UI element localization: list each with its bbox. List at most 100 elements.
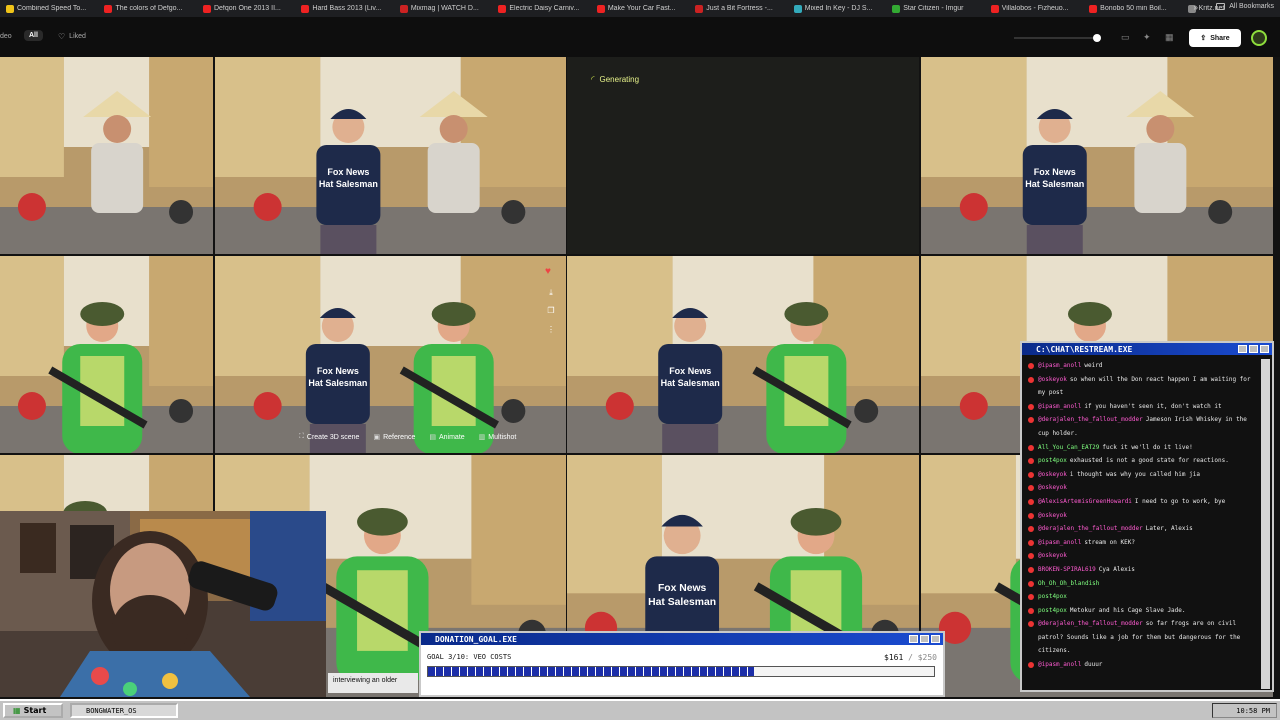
- donation-current: $161: [884, 653, 904, 662]
- taskbar-window-button[interactable]: BONGWATER_OS: [70, 703, 178, 718]
- chat-message: @oskeyok i thought was why you called him…: [1026, 468, 1258, 482]
- maximize-icon[interactable]: [920, 635, 929, 643]
- like-heart-icon[interactable]: ♥: [545, 266, 557, 278]
- heart-outline-icon: ♡: [58, 32, 66, 41]
- windows-logo-icon: ▦: [13, 706, 21, 715]
- close-icon[interactable]: [931, 635, 940, 643]
- bookmark-item[interactable]: Villalobos - Fizheuo...: [990, 4, 1083, 13]
- chat-text: Cya Alexis: [1098, 565, 1135, 573]
- all-bookmarks-button[interactable]: All Bookmarks: [1216, 3, 1274, 10]
- list-view-icon[interactable]: ▭: [1121, 32, 1130, 43]
- donation-title-bar: DONATION_GOAL.EXE: [421, 633, 943, 645]
- bookmark-label: Defqon One 2013 II...: [213, 5, 281, 12]
- chat-username: All_You_Can_EAT29: [1038, 443, 1100, 451]
- bookmark-item[interactable]: Hard Bass 2013 (Liv...: [301, 4, 393, 13]
- generated-image-tile[interactable]: [0, 57, 213, 254]
- platform-icon: [1028, 580, 1034, 587]
- donation-title: DONATION_GOAL.EXE: [435, 634, 517, 644]
- bookmark-item[interactable]: Bonobo 50 min Boil...: [1089, 4, 1181, 13]
- generated-image-tile[interactable]: Fox News Hat Salesman: [215, 57, 566, 254]
- donation-goal-text: GOAL 3/10: VEO COSTS: [427, 653, 512, 661]
- reference-label: Reference: [383, 433, 416, 441]
- settings-icon[interactable]: ✦: [1143, 32, 1151, 43]
- chat-text: fuck it we'll do it live!: [1102, 443, 1193, 451]
- folder-icon: [1216, 3, 1226, 10]
- create-3d-scene-button[interactable]: ⛶ Create 3D scene: [299, 433, 359, 441]
- svg-text:Hat Salesman: Hat Salesman: [308, 378, 367, 388]
- bookmark-label: Villalobos - Fizheuo...: [1001, 5, 1069, 12]
- platform-icon: [1028, 526, 1034, 533]
- minimize-icon[interactable]: [909, 635, 918, 643]
- svg-text:Fox News: Fox News: [1034, 167, 1076, 177]
- bookmark-favicon-icon: [498, 4, 507, 13]
- generated-image-tile[interactable]: Fox News Hat Salesman: [567, 256, 919, 453]
- filter-liked-tab[interactable]: ♡ Liked: [58, 32, 86, 41]
- filter-partial[interactable]: deo: [0, 33, 12, 40]
- generated-image-tile[interactable]: Fox News Hat Salesman: [921, 57, 1273, 254]
- platform-icon: [1028, 485, 1034, 492]
- chat-message: @oskeyok: [1026, 481, 1258, 495]
- generated-image-tile[interactable]: [0, 256, 213, 453]
- webcam-overlay: [0, 511, 326, 697]
- platform-icon: [1028, 471, 1034, 478]
- chat-scrollbar[interactable]: [1261, 359, 1270, 689]
- bookmark-item[interactable]: Star Citizen - Imgur: [892, 4, 984, 13]
- chat-message: @derajalen_the_fallout_modder so far frog…: [1026, 617, 1258, 658]
- zoom-slider-track[interactable]: [1014, 37, 1100, 39]
- chat-message: @AlexisArtemisGreenHowardi I need to go t…: [1026, 495, 1258, 509]
- chat-message: post4pox: [1026, 590, 1258, 604]
- more-options-icon[interactable]: ⋮: [545, 325, 557, 337]
- generating-status: ◜ Generating: [591, 74, 639, 85]
- reference-button[interactable]: ▣ Reference: [373, 433, 416, 442]
- chat-message: @derajalen_the_fallout_modder Jameson Iri…: [1026, 413, 1258, 440]
- filter-all-tab[interactable]: All: [24, 30, 43, 41]
- animate-button[interactable]: ▤ Animate: [429, 433, 464, 442]
- bookmark-favicon-icon: [301, 4, 310, 13]
- bookmark-item[interactable]: Defqon One 2013 II...: [202, 4, 295, 13]
- bookmark-item[interactable]: Mixmag | WATCH D...: [399, 4, 492, 13]
- bookmark-label: Combined Speed To...: [17, 5, 87, 12]
- share-button[interactable]: ⇪ Share: [1189, 29, 1241, 47]
- spinner-icon: ◜: [591, 74, 595, 84]
- start-button[interactable]: ▦ Start: [3, 703, 63, 718]
- bookmark-item[interactable]: Electric Daisy Carniv...: [498, 4, 590, 13]
- minimize-icon[interactable]: [1238, 345, 1247, 353]
- multishot-button[interactable]: ▥ Multishot: [479, 433, 517, 442]
- bookmark-item[interactable]: Just a Bit Fortress -...: [695, 4, 787, 13]
- chat-username: @ipasm_anoll: [1038, 661, 1082, 669]
- zoom-slider-handle[interactable]: [1093, 34, 1101, 42]
- generated-image-tile[interactable]: [0, 455, 213, 515]
- create-3d-label: Create 3D scene: [306, 433, 360, 441]
- share-label: Share: [1210, 34, 1230, 42]
- chat-message: @ipasm_anoll if you haven't seen it, don'…: [1026, 400, 1258, 414]
- platform-icon: [1028, 417, 1034, 424]
- close-icon[interactable]: [1260, 345, 1269, 353]
- grid-view-icon[interactable]: ▦: [1165, 32, 1174, 43]
- generated-image-tile[interactable]: Fox News Hat Salesman: [215, 256, 566, 453]
- bookmark-label: Hard Bass 2013 (Liv...: [312, 5, 382, 12]
- maximize-icon[interactable]: [1249, 345, 1258, 353]
- filter-liked-label: Liked: [69, 33, 86, 40]
- generating-tile: ◜ Generating: [567, 57, 919, 254]
- copy-icon[interactable]: ❐: [545, 306, 557, 318]
- bookmark-item[interactable]: Make Your Car Fast...: [596, 4, 689, 13]
- bookmark-label: The colors of Defgo...: [115, 5, 183, 12]
- chat-username: @oskeyok: [1038, 375, 1067, 383]
- platform-icon: [1028, 539, 1034, 546]
- bookmark-item[interactable]: Mixed In Key - DJ S...: [793, 4, 886, 13]
- bookmark-item[interactable]: The colors of Defgo...: [104, 4, 196, 13]
- chat-username: @ipasm_anoll: [1038, 538, 1082, 546]
- bookmark-favicon-icon: [596, 4, 605, 13]
- taskbar-clock: 10:58 PM: [1212, 703, 1277, 718]
- bookmark-favicon-icon: [104, 4, 113, 13]
- platform-icon: [1028, 594, 1034, 601]
- more-bookmarks-icon[interactable]: »: [1194, 3, 1198, 12]
- platform-icon: [1028, 607, 1034, 614]
- bookmark-favicon-icon: [990, 4, 999, 13]
- user-avatar[interactable]: [1251, 30, 1267, 46]
- all-bookmarks-label: All Bookmarks: [1229, 3, 1274, 10]
- platform-icon: [1028, 553, 1034, 560]
- bookmark-item[interactable]: Combined Speed To...: [6, 4, 98, 13]
- platform-icon: [1028, 566, 1034, 573]
- download-icon[interactable]: ⤓: [545, 288, 557, 300]
